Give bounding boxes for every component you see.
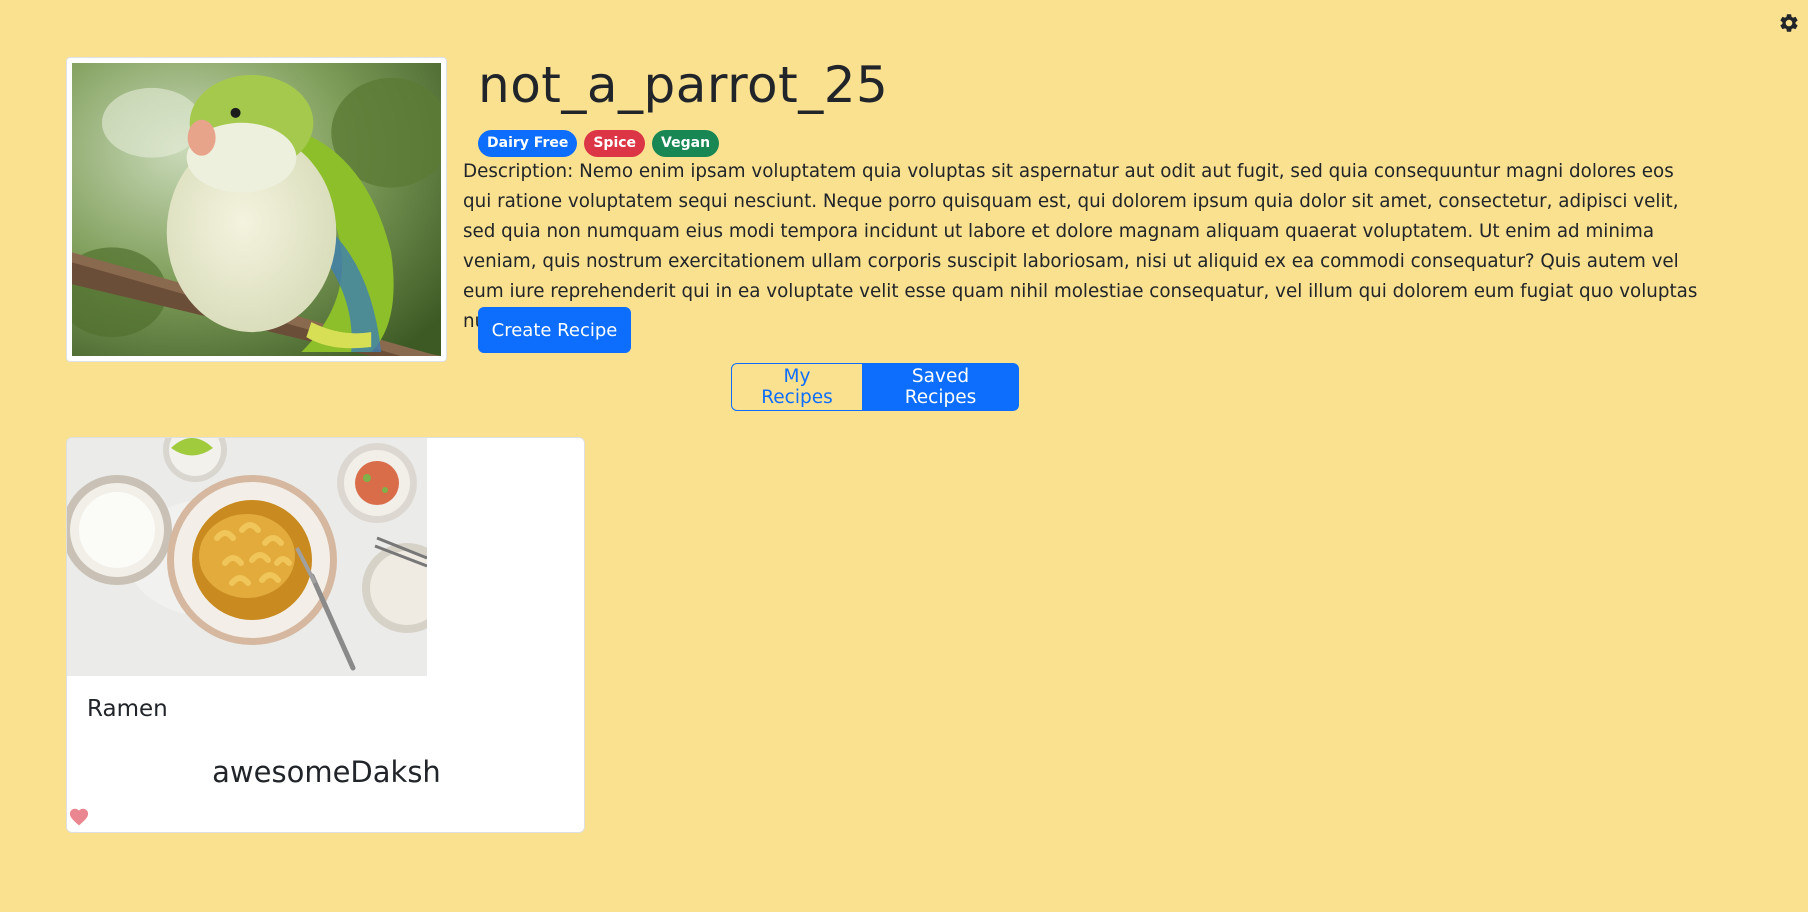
parrot-photo-icon — [72, 63, 441, 356]
profile-page: not_a_parrot_25 Dairy Free Spice Vegan D… — [0, 0, 1808, 912]
avatar — [66, 57, 447, 362]
gear-icon[interactable] — [1778, 12, 1800, 34]
tag-dairy-free-badge: Dairy Free — [478, 130, 578, 157]
recipe-title: Ramen — [87, 696, 168, 722]
tag-spice-badge: Spice — [584, 130, 646, 157]
tag-list: Dairy Free Spice Vegan — [478, 130, 720, 157]
tab-my-recipes[interactable]: My Recipes — [731, 363, 863, 411]
heart-icon[interactable] — [68, 806, 90, 826]
tab-saved-recipes[interactable]: Saved Recipes — [863, 363, 1019, 411]
food-bowl-photo-icon — [67, 438, 427, 676]
recipe-tabs: My Recipes Saved Recipes — [731, 363, 1019, 411]
recipe-author: awesomeDaksh — [212, 755, 441, 789]
profile-username: not_a_parrot_25 — [478, 56, 889, 114]
tag-vegan-badge: Vegan — [652, 130, 720, 157]
recipe-card[interactable]: Ramen awesomeDaksh — [66, 437, 585, 833]
create-recipe-button[interactable]: Create Recipe — [478, 307, 631, 353]
profile-description: Description: Nemo enim ipsam voluptatem … — [463, 161, 1698, 332]
